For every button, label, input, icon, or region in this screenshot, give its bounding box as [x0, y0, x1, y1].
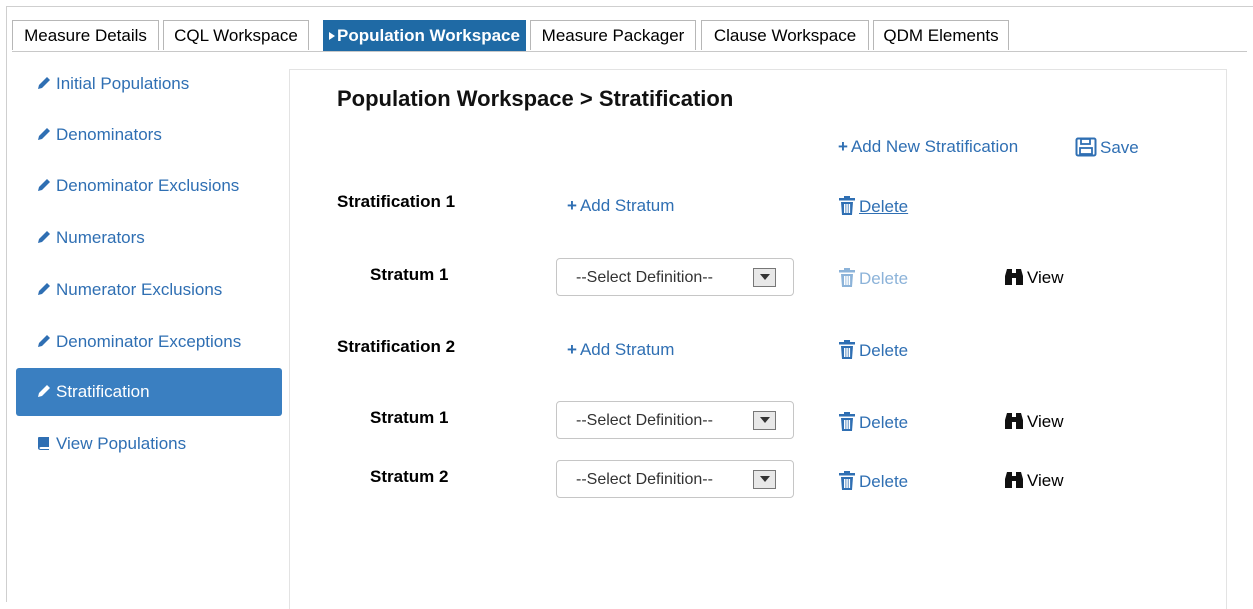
delete-label: Delete: [859, 341, 909, 360]
delete-stratum-button[interactable]: Delete: [838, 471, 908, 492]
view-label: View: [1027, 412, 1064, 431]
sidebar-item-label: Initial Populations: [56, 74, 190, 93]
view-button[interactable]: View: [1004, 268, 1064, 288]
select-definition-dropdown[interactable]: --Select Definition--: [556, 258, 794, 296]
binoculars-icon: [1005, 413, 1023, 429]
tab-cql-workspace[interactable]: CQL Workspace: [163, 20, 309, 50]
pencil-icon: [38, 77, 50, 89]
select-definition-value: --Select Definition--: [576, 471, 713, 488]
sidebar-item-label: Denominator Exclusions: [56, 176, 240, 195]
plus-icon: +: [838, 137, 848, 156]
sidebar-item-label: Numerator Exclusions: [56, 280, 223, 299]
add-stratum-label: Add Stratum: [579, 340, 675, 359]
tab-clause-workspace[interactable]: Clause Workspace: [701, 20, 869, 50]
binoculars-icon: [1005, 472, 1023, 488]
pencil-icon: [38, 283, 50, 295]
chevron-down-icon: [753, 268, 776, 287]
arrow-right-icon: [329, 32, 336, 40]
add-stratum-label: Add Stratum: [579, 196, 675, 215]
tab-bar: Measure Details CQL Workspace Population…: [12, 20, 1247, 52]
sidebar-item-view-populations[interactable]: View Populations: [16, 421, 282, 467]
tab-population-workspace-label: Population Workspace: [337, 26, 520, 45]
stratification-label: Stratification 1: [337, 192, 456, 211]
sidebar-item-label: Stratification: [56, 382, 150, 401]
tab-population-workspace[interactable]: Population Workspace: [323, 20, 526, 51]
delete-stratum-button[interactable]: Delete: [838, 412, 908, 433]
trash-icon: [839, 471, 855, 490]
delete-stratification-button[interactable]: Delete: [838, 340, 908, 361]
sidebar-item-label: Denominator Exceptions: [56, 332, 242, 351]
select-definition-dropdown[interactable]: --Select Definition--: [556, 460, 794, 498]
trash-icon: [839, 268, 855, 287]
plus-icon: +: [567, 196, 577, 215]
pencil-icon: [38, 385, 50, 397]
sidebar-item-initial-populations[interactable]: Initial Populations: [16, 61, 282, 107]
add-new-stratification-label: Add New Stratification: [850, 137, 1019, 156]
sidebar-item-label: Denominators: [56, 125, 162, 144]
stratum-label: Stratum 1: [370, 408, 449, 427]
add-stratum-button[interactable]: + Add Stratum: [567, 196, 674, 216]
tab-qdm-elements[interactable]: QDM Elements: [873, 20, 1009, 50]
pencil-icon: [38, 231, 50, 243]
select-definition-value: --Select Definition--: [576, 412, 713, 429]
sidebar-item-label: Numerators: [56, 228, 145, 247]
delete-label: Delete: [859, 269, 909, 288]
stratum-label: Stratum 1: [370, 265, 449, 284]
trash-icon: [839, 412, 855, 431]
plus-icon: +: [567, 340, 577, 359]
sidebar-item-stratification[interactable]: Stratification: [16, 368, 282, 416]
page-title: Population Workspace > Stratification: [337, 86, 734, 111]
sidebar-item-denominators[interactable]: Denominators: [16, 112, 282, 158]
trash-icon: [839, 196, 855, 215]
delete-label: Delete: [859, 413, 909, 432]
delete-label: Delete: [859, 197, 909, 216]
trash-icon: [839, 340, 855, 359]
add-new-stratification-button[interactable]: + Add New Stratification: [838, 137, 1018, 157]
sidebar-item-denominator-exclusions[interactable]: Denominator Exclusions: [16, 163, 282, 209]
tab-measure-packager[interactable]: Measure Packager: [530, 20, 696, 50]
pencil-icon: [38, 128, 50, 140]
save-label: Save: [1100, 138, 1139, 157]
pencil-icon: [38, 179, 50, 191]
floppy-disk-icon: [1075, 137, 1097, 157]
add-stratum-button[interactable]: + Add Stratum: [567, 340, 674, 360]
view-button[interactable]: View: [1004, 412, 1064, 432]
save-button[interactable]: Save: [1075, 137, 1139, 158]
chevron-down-icon: [753, 470, 776, 489]
sidebar-item-numerators[interactable]: Numerators: [16, 215, 282, 261]
sidebar-item-denominator-exceptions[interactable]: Denominator Exceptions: [16, 319, 282, 365]
view-label: View: [1027, 268, 1064, 287]
binoculars-icon: [1005, 269, 1023, 285]
pencil-icon: [38, 335, 50, 347]
view-button[interactable]: View: [1004, 471, 1064, 491]
delete-label: Delete: [859, 472, 909, 491]
sidebar-item-label: View Populations: [56, 434, 187, 453]
stratification-label: Stratification 2: [337, 337, 456, 356]
chevron-down-icon: [753, 411, 776, 430]
delete-stratification-button[interactable]: Delete: [838, 196, 908, 217]
view-label: View: [1027, 471, 1064, 490]
select-definition-dropdown[interactable]: --Select Definition--: [556, 401, 794, 439]
sidebar-item-numerator-exclusions[interactable]: Numerator Exclusions: [16, 267, 282, 313]
stratum-label: Stratum 2: [370, 467, 449, 486]
book-icon: [38, 437, 49, 450]
tab-measure-details[interactable]: Measure Details: [12, 20, 159, 50]
delete-stratum-button[interactable]: Delete: [838, 268, 908, 289]
select-definition-value: --Select Definition--: [576, 269, 713, 286]
